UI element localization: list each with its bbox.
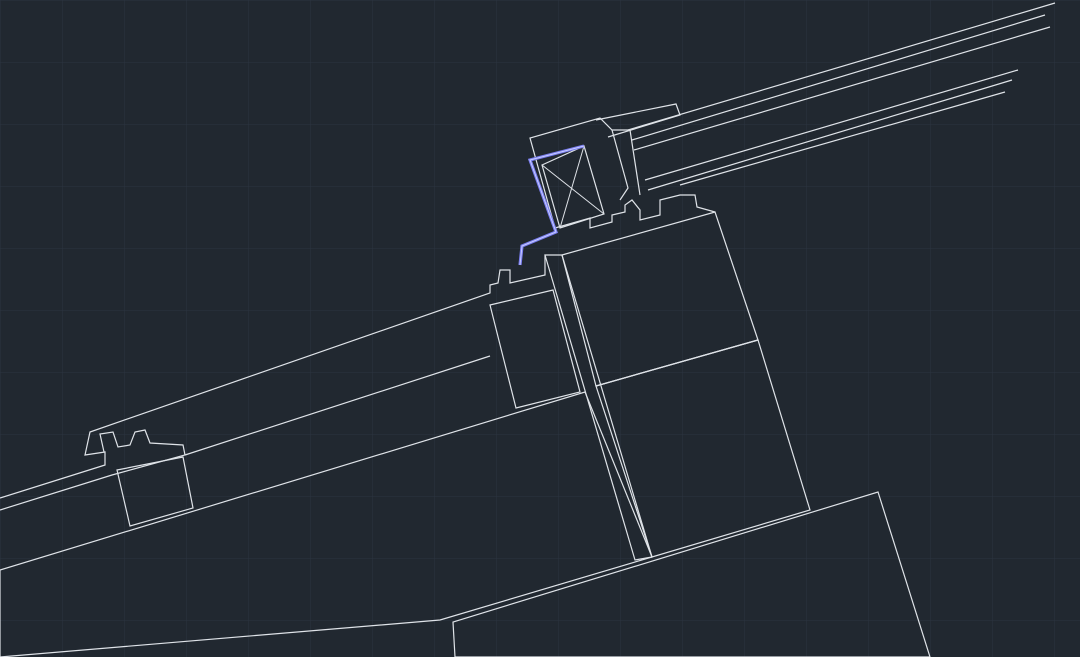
background-grid (0, 0, 1080, 657)
drawing-canvas[interactable] (0, 0, 1080, 657)
